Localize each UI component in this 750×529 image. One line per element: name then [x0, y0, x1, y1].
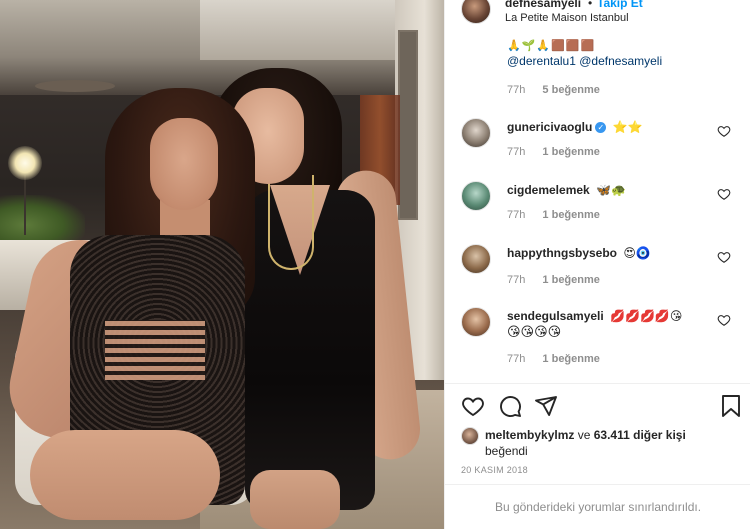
commenter-avatar[interactable] — [461, 244, 491, 274]
photo-plants — [0, 195, 85, 245]
commenter-username[interactable]: cigdemelemek — [507, 183, 590, 197]
actions-divider — [445, 383, 750, 384]
caption-emoji: 🙏🌱🙏🟫🟫🟫 — [507, 40, 596, 52]
person-left-face — [150, 118, 218, 210]
caption-mentions: @derentalu1 @defnesamyeli — [507, 53, 743, 69]
comment-time[interactable]: 77h — [507, 353, 525, 365]
comment-likes[interactable]: 1 beğenme — [542, 274, 599, 286]
comment-like-heart-icon[interactable] — [717, 313, 731, 327]
liked-by-others[interactable]: 63.411 diğer kişi — [594, 428, 686, 442]
commenter-avatar[interactable] — [461, 181, 491, 211]
comment-line: happythngsbysebo 😍🧿 — [507, 246, 651, 260]
post-actions — [445, 392, 750, 420]
commenter-avatar[interactable] — [461, 307, 491, 337]
comment-like-heart-icon[interactable] — [717, 124, 731, 138]
footer-divider — [445, 484, 750, 485]
post-header: defnesamyeli • Takip Et La Petite Maison… — [445, 0, 750, 38]
verified-badge-icon: ✓ — [595, 122, 607, 133]
author-avatar[interactable] — [461, 0, 491, 24]
follow-button[interactable]: Takip Et — [597, 0, 643, 10]
comment-like-heart-icon[interactable] — [717, 187, 731, 201]
author-username[interactable]: defnesamyeli — [505, 0, 581, 10]
post-photo[interactable] — [0, 0, 444, 529]
comment-line: gunericivaoglu ✓ ⭐⭐ — [507, 120, 643, 134]
comment-line: cigdemelemek 🦋🐢 — [507, 183, 626, 197]
comments-limited-notice: Bu gönderideki yorumlar sınırlandırıldı. — [494, 500, 702, 514]
person-right-necklace — [268, 175, 314, 270]
person-left-leg — [30, 430, 220, 520]
commenter-username[interactable]: sendegulsamyeli — [507, 309, 604, 323]
comment-time[interactable]: 77h — [507, 146, 525, 158]
comment-text: 🦋🐢 — [596, 183, 626, 197]
commenter-username[interactable]: gunericivaoglu — [507, 120, 592, 134]
header-separator: • — [588, 0, 593, 10]
heart-icon[interactable] — [461, 394, 485, 418]
person-left-dress-band — [105, 320, 205, 380]
person-right-leg — [250, 470, 340, 529]
comment-likes[interactable]: 1 beğenme — [542, 146, 599, 158]
liker-avatar[interactable] — [461, 427, 479, 445]
share-icon[interactable] — [534, 394, 558, 418]
comment-likes[interactable]: 1 beğenme — [542, 209, 599, 221]
comment-icon[interactable] — [498, 394, 522, 418]
comment-time[interactable]: 77h — [507, 209, 525, 221]
liked-by-connector: ve — [577, 428, 591, 442]
comment-meta: 77h 1 beğenme — [507, 146, 600, 158]
mention-link[interactable]: @defnesamyeli — [579, 54, 662, 68]
bookmark-icon[interactable] — [719, 394, 743, 418]
comment-text: ⭐⭐ — [612, 120, 643, 134]
mention-link[interactable]: @derentalu1 — [507, 54, 576, 68]
post-sidebar: defnesamyeli • Takip Et La Petite Maison… — [444, 0, 750, 529]
comment-time[interactable]: 77h — [507, 274, 525, 286]
photo-lamp — [8, 146, 42, 180]
comment-text: 😍🧿 — [623, 246, 651, 260]
caption-meta: 77h 5 beğenme — [507, 84, 600, 96]
liked-by-text: meltembykylmz ve 63.411 diğer kişi beğen… — [485, 427, 747, 459]
photo-ceiling-fan — [35, 80, 115, 92]
caption: 🙏🌱🙏🟫🟫🟫 @derentalu1 @defnesamyeli — [507, 40, 743, 69]
comment-line: sendegulsamyeli 💋💋💋💋😘 — [507, 309, 682, 323]
comment-likes[interactable]: 1 beğenme — [542, 353, 599, 365]
comment-text: 💋💋💋💋😘 — [610, 309, 683, 323]
caption-likes[interactable]: 5 beğenme — [542, 84, 599, 96]
comment-text-continued: 😘😘😘😘 — [507, 324, 562, 339]
comment-meta: 77h 1 beğenme — [507, 353, 600, 365]
comment-meta: 77h 1 beğenme — [507, 209, 600, 221]
commenter-avatar[interactable] — [461, 118, 491, 148]
post-date[interactable]: 20 KASIM 2018 — [461, 465, 528, 475]
comment-like-heart-icon[interactable] — [717, 250, 731, 264]
liker-username[interactable]: meltembykylmz — [485, 428, 574, 442]
liked-by-suffix: beğendi — [485, 444, 528, 458]
comment-meta: 77h 1 beğenme — [507, 274, 600, 286]
commenter-username[interactable]: happythngsbysebo — [507, 246, 617, 260]
caption-time[interactable]: 77h — [507, 84, 525, 96]
photo-window-frame — [398, 30, 418, 220]
location-link[interactable]: La Petite Maison Istanbul — [505, 12, 629, 24]
photo-lamp-pole — [24, 175, 26, 235]
